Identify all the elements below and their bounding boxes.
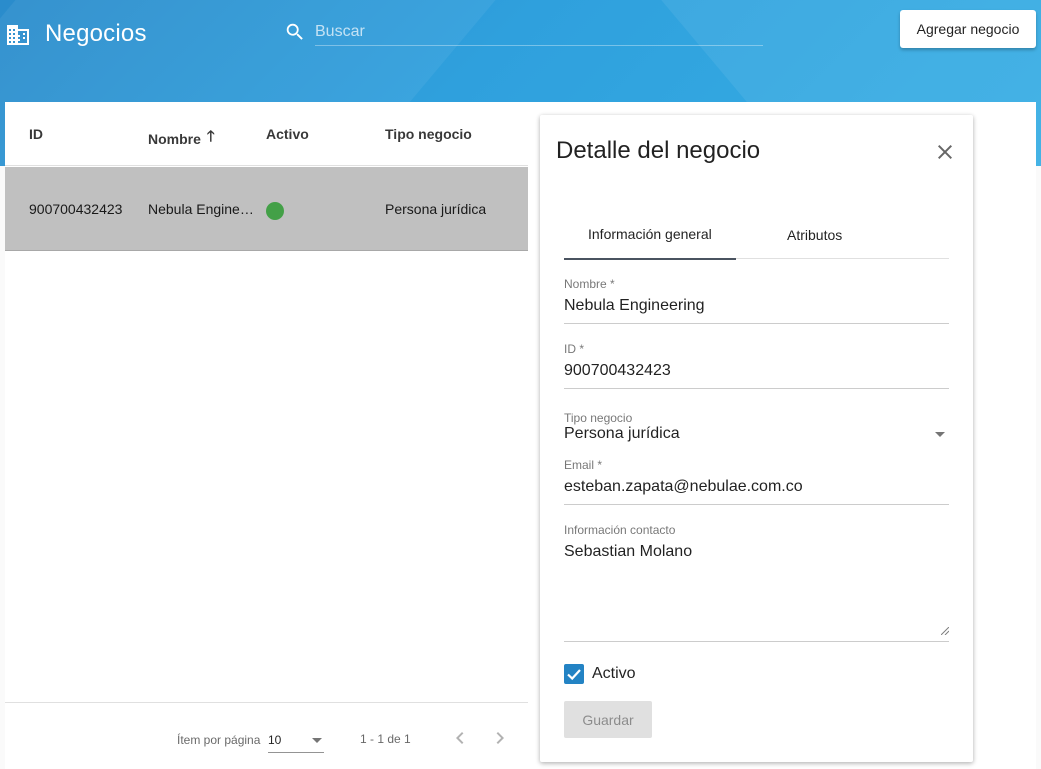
- email-field[interactable]: Email * esteban.zapata@nebulae.com.co: [564, 458, 949, 505]
- active-status-icon: [266, 202, 284, 220]
- email-value: esteban.zapata@nebulae.com.co: [564, 478, 803, 495]
- previous-page-icon[interactable]: [448, 726, 472, 750]
- id-label: ID *: [564, 342, 585, 356]
- activo-label[interactable]: Activo: [592, 665, 636, 683]
- page-range-label: 1 - 1 de 1: [360, 732, 411, 746]
- tab-ink-bar: [564, 258, 736, 260]
- business-detail-panel: Detalle del negocio Información general …: [540, 115, 973, 762]
- resize-handle-icon[interactable]: [941, 627, 949, 635]
- contact-label: Información contacto: [564, 523, 676, 537]
- tab-label: Información general: [588, 226, 712, 242]
- close-icon: [938, 145, 952, 159]
- save-button[interactable]: Guardar: [564, 701, 652, 738]
- close-button[interactable]: [933, 140, 957, 164]
- paginator: Ítem por página 10 1 - 1 de 1: [5, 702, 528, 769]
- column-header-nombre-label: Nombre: [148, 130, 201, 147]
- column-header-tipo[interactable]: Tipo negocio: [385, 126, 472, 142]
- search-icon: [286, 23, 303, 40]
- page-size-select[interactable]: 10: [268, 727, 324, 753]
- search-input[interactable]: [315, 18, 763, 46]
- contact-value: Sebastian Molano: [564, 543, 693, 560]
- table-row[interactable]: 900700432423 Nebula Engineeri… Persona j…: [5, 167, 528, 251]
- items-per-page-label: Ítem por página: [177, 733, 261, 747]
- tab-informacion-general[interactable]: Información general: [564, 215, 736, 260]
- nombre-value: Nebula Engineering: [564, 297, 705, 314]
- column-header-nombre[interactable]: Nombre 🡑: [148, 126, 215, 151]
- sort-arrow-up-icon: 🡑: [206, 128, 215, 145]
- cell-id: 900700432423: [29, 201, 123, 217]
- business-icon: [7, 25, 29, 45]
- checkmark-icon: [567, 669, 581, 681]
- dropdown-arrow-icon: [312, 738, 322, 743]
- column-header-id[interactable]: ID: [29, 126, 43, 142]
- email-label: Email *: [564, 458, 603, 472]
- tipo-negocio-select[interactable]: Tipo negocio Persona jurídica: [564, 411, 949, 443]
- activo-checkbox[interactable]: [564, 664, 584, 684]
- table-header: ID Nombre 🡑 Activo Tipo negocio: [5, 102, 528, 166]
- cell-tipo: Persona jurídica: [385, 201, 487, 217]
- column-header-activo[interactable]: Activo: [266, 126, 309, 142]
- detail-title: Detalle del negocio: [556, 137, 761, 164]
- id-field[interactable]: ID * 900700432423: [564, 342, 949, 389]
- tab-atributos[interactable]: Atributos: [787, 227, 842, 243]
- page-size-value: 10: [268, 733, 282, 747]
- dropdown-arrow-icon: [935, 432, 945, 437]
- nombre-label: Nombre *: [564, 277, 615, 291]
- page-title: Negocios: [45, 20, 147, 47]
- add-business-button[interactable]: Agregar negocio: [900, 10, 1036, 48]
- next-page-icon[interactable]: [488, 726, 512, 750]
- detail-tabs: Información general Atributos: [564, 215, 949, 260]
- contact-info-textarea[interactable]: Información contacto Sebastian Molano: [564, 523, 949, 643]
- tipo-label: Tipo negocio: [564, 411, 633, 425]
- business-table: ID Nombre 🡑 Activo Tipo negocio 90070043…: [5, 102, 528, 769]
- cell-nombre: Nebula Engineeri…: [148, 201, 261, 217]
- tipo-value: Persona jurídica: [564, 425, 680, 442]
- nombre-field[interactable]: Nombre * Nebula Engineering: [564, 277, 949, 324]
- id-value: 900700432423: [564, 362, 671, 379]
